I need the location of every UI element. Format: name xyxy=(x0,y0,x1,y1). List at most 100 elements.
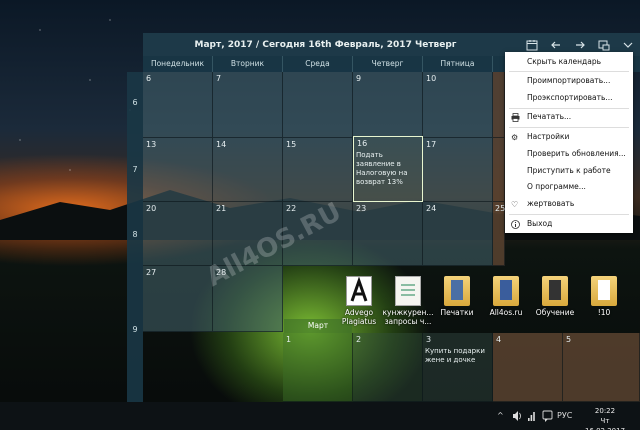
day-number: 23 xyxy=(356,204,367,213)
clock-time: 20:22 xyxy=(594,407,616,415)
calendar-day-cell[interactable]: 2 xyxy=(353,333,423,402)
menu-item-import[interactable]: Проимпортировать... xyxy=(505,73,633,89)
desktop-icon-label: All4os.ru xyxy=(489,308,523,317)
day-number: 7 xyxy=(216,74,222,83)
menu-separator xyxy=(509,71,629,72)
notification-icon[interactable] xyxy=(542,402,553,430)
document-icon xyxy=(395,276,421,306)
menu-item-exit[interactable]: Выход xyxy=(505,216,633,232)
calendar-day-cell[interactable]: 7 xyxy=(213,72,283,138)
printer-icon xyxy=(511,113,520,122)
desktop-icon-all4os[interactable]: All4os.ru xyxy=(478,276,534,317)
calendar-day-cell[interactable]: 9 xyxy=(353,72,423,138)
calendar-day-cell[interactable]: 23 xyxy=(353,202,423,266)
calendar-day-cell[interactable]: 13 xyxy=(143,138,213,202)
day-number: 2 xyxy=(356,335,362,344)
day-number: 22 xyxy=(286,204,297,213)
desktop-icon-10[interactable]: !10 xyxy=(576,276,632,317)
day-number: 25 xyxy=(495,204,506,213)
week-number: 7 xyxy=(132,165,138,174)
calendar-day-cell[interactable]: 20 xyxy=(143,202,213,266)
calendar-weekend-cell[interactable] xyxy=(493,72,505,138)
menu-item-label: Выход xyxy=(527,219,553,228)
menu-item-label: Проэкспортировать... xyxy=(527,93,613,102)
language-indicator[interactable]: РУС xyxy=(557,402,572,430)
week-number: 6 xyxy=(132,98,138,107)
day-number: 21 xyxy=(216,204,227,213)
calendar-event[interactable]: Подать заявление в Налоговую на возврат … xyxy=(356,151,420,187)
chevron-up-icon[interactable]: ^ xyxy=(497,402,504,430)
calendar-weekend-cell[interactable] xyxy=(493,138,505,202)
calendar-weekend-cell[interactable]: 4 xyxy=(493,333,563,402)
menu-separator xyxy=(509,127,629,128)
taskbar-clock[interactable]: 20:22 Чт 16.02.2017 xyxy=(580,406,630,430)
day-number: 27 xyxy=(146,268,157,277)
menu-item-label: Настройки xyxy=(527,132,570,141)
day-number: 5 xyxy=(566,335,572,344)
weekday-wednesday: Среда xyxy=(283,56,353,72)
calendar-day-cell[interactable]: 17 xyxy=(423,138,493,202)
calendar-day-cell[interactable]: 24 xyxy=(423,202,493,266)
calendar-weekend-cell[interactable]: 5 xyxy=(563,333,640,402)
calendar-day-cell[interactable]: 3 Купить подарки жене и дочке xyxy=(423,333,493,402)
day-number: 16 xyxy=(357,139,368,148)
folder-icon xyxy=(493,276,519,306)
desktop-icon-label: Обучение xyxy=(535,308,575,317)
advego-app-icon xyxy=(346,276,372,306)
calendar-day-cell[interactable]: 15 xyxy=(283,138,353,202)
calendar-event[interactable]: Купить подарки жене и дочке xyxy=(425,347,490,365)
menu-item-label: Приступить к работе xyxy=(527,166,611,175)
calendar-day-cell[interactable]: 1 xyxy=(283,333,353,402)
calendar-day-cell[interactable]: 6 xyxy=(143,72,213,138)
heart-icon: ♡ xyxy=(511,200,519,209)
folder-icon xyxy=(591,276,617,306)
day-number: 4 xyxy=(496,335,502,344)
day-number: 6 xyxy=(146,74,152,83)
menu-item-check-updates[interactable]: Проверить обновления... xyxy=(505,146,633,162)
calendar-day-cell[interactable]: 10 xyxy=(423,72,493,138)
day-number: 17 xyxy=(426,140,437,149)
volume-icon[interactable] xyxy=(512,402,522,430)
weekday-friday: Пятница xyxy=(423,56,493,72)
desktop-icon-label: Advego Plagiatus xyxy=(341,308,377,326)
menu-item-label: Проверить обновления... xyxy=(527,149,626,158)
network-icon[interactable] xyxy=(527,402,537,430)
menu-item-settings[interactable]: ⚙ Настройки xyxy=(505,129,633,145)
calendar-options-menu: Скрыть календарь Проимпортировать... Про… xyxy=(505,52,633,233)
menu-item-export[interactable]: Проэкспортировать... xyxy=(505,90,633,106)
menu-item-print[interactable]: Печатать... xyxy=(505,109,633,125)
info-icon xyxy=(511,220,520,229)
desktop-icon-label: !10 xyxy=(597,308,611,317)
menu-item-hide-calendar[interactable]: Скрыть календарь xyxy=(505,54,633,70)
day-number: 13 xyxy=(146,140,157,149)
menu-item-donate[interactable]: ♡ жертвовать xyxy=(505,196,633,212)
menu-item-get-started[interactable]: Приступить к работе xyxy=(505,163,633,179)
menu-item-about[interactable]: О программе... xyxy=(505,179,633,195)
gear-icon: ⚙ xyxy=(511,133,519,142)
weekday-thursday: Четверг xyxy=(353,56,423,72)
desktop-icon-document[interactable]: кунжкурен... запросы ч... xyxy=(380,276,436,326)
weekday-tuesday: Вторник xyxy=(213,56,283,72)
desktop-icon-pechatki[interactable]: Печатки xyxy=(429,276,485,317)
day-number: 14 xyxy=(216,140,227,149)
desktop-icon-label: Печатки xyxy=(440,308,474,317)
week-number: 9 xyxy=(132,325,138,334)
desktop-icon-obuchenie[interactable]: Обучение xyxy=(527,276,583,317)
day-number: 24 xyxy=(426,204,437,213)
weekday-monday: Понедельник xyxy=(143,56,213,72)
calendar-day-cell[interactable] xyxy=(283,72,353,138)
menu-separator xyxy=(509,214,629,215)
day-number: 3 xyxy=(426,335,432,344)
day-number: 20 xyxy=(146,204,157,213)
taskbar: ^ РУС 20:22 Чт 16.02.2017 xyxy=(0,402,640,430)
calendar-title: Март, 2017 / Сегодня 16th Февраль, 2017 … xyxy=(194,39,457,50)
menu-item-label: жертвовать xyxy=(527,199,575,208)
calendar-day-cell[interactable]: 27 xyxy=(143,266,213,332)
folder-icon xyxy=(444,276,470,306)
menu-item-label: О программе... xyxy=(527,182,586,191)
calendar-today-cell[interactable]: 16 Подать заявление в Налоговую на возвр… xyxy=(353,136,423,202)
day-number: 15 xyxy=(286,140,297,149)
desktop-icon-advego[interactable]: Advego Plagiatus xyxy=(331,276,387,326)
calendar-weekend-cell[interactable]: 25 xyxy=(493,202,505,266)
calendar-day-cell[interactable]: 14 xyxy=(213,138,283,202)
